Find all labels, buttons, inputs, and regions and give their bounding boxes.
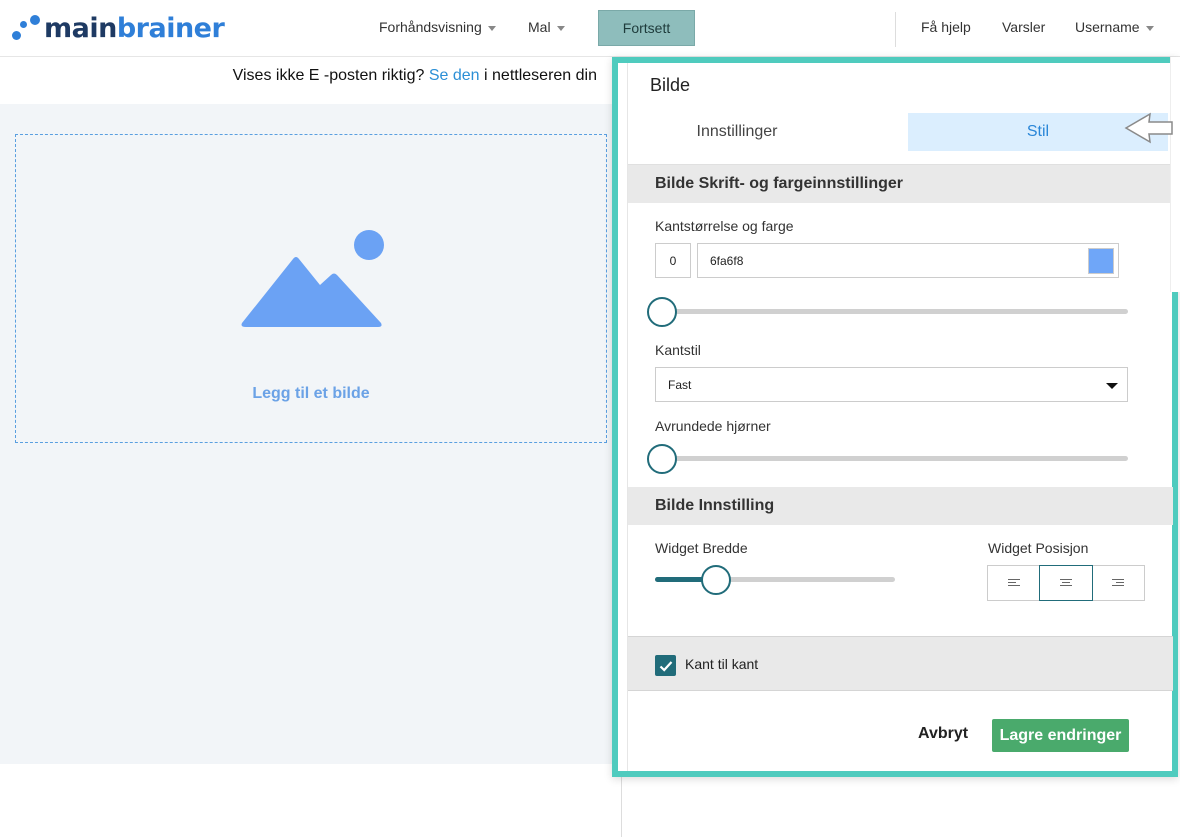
pointer-arrow-icon (1124, 112, 1173, 144)
border-style-label: Kantstil (655, 342, 701, 358)
panel-content: Bilde Innstillinger Stil Bilde Skrift- o… (627, 63, 1173, 771)
panel-title: Bilde (650, 75, 691, 95)
rounded-corners-slider-thumb[interactable] (647, 444, 677, 474)
edge-to-edge-label: Kant til kant (685, 656, 759, 672)
help-link[interactable]: Få hjelp (921, 19, 971, 35)
border-style-value: Fast (668, 377, 692, 392)
browser-view-notice: Vises ikke E -posten riktig? Se den i ne… (0, 67, 597, 85)
edge-to-edge-row: Kant til kant (628, 636, 1173, 691)
widget-position-group (987, 565, 1145, 601)
notice-text: Vises ikke E -posten riktig? (232, 67, 425, 84)
widget-width-label: Widget Bredde (655, 540, 748, 556)
align-right-icon (1112, 579, 1125, 586)
widget-width-slider-thumb[interactable] (701, 565, 731, 595)
scrollbar[interactable] (1170, 57, 1180, 292)
align-left-icon (1007, 579, 1020, 586)
caret-down-icon (1106, 383, 1118, 389)
align-right-button[interactable] (1091, 565, 1145, 601)
mainbrainer-logo[interactable]: mainbrainer (10, 13, 225, 45)
add-image-label[interactable]: Legg til et bilde (16, 385, 606, 403)
tab-settings[interactable]: Innstillinger (650, 113, 824, 151)
border-size-slider-track[interactable] (655, 309, 1128, 314)
save-changes-button[interactable]: Lagre endringer (992, 719, 1129, 752)
preview-menu-label: Forhåndsvisning (379, 19, 482, 35)
image-placeholder-icon (241, 230, 384, 327)
widget-position-label: Widget Posisjon (988, 540, 1089, 556)
template-menu-label: Mal (528, 19, 551, 35)
image-settings-panel: Bilde Innstillinger Stil Bilde Skrift- o… (612, 57, 1178, 777)
continue-button[interactable]: Fortsett (598, 10, 695, 46)
preview-menu[interactable]: Forhåndsvisning (379, 19, 496, 35)
top-bar: mainbrainer Forhåndsvisning Mal Fortsett… (0, 0, 1180, 57)
border-size-slider-thumb[interactable] (647, 297, 677, 327)
color-swatch[interactable] (1088, 248, 1114, 274)
align-center-button[interactable] (1039, 565, 1093, 601)
align-left-button[interactable] (987, 565, 1041, 601)
logo-text: mainbrainer (44, 13, 225, 44)
border-style-select[interactable]: Fast (655, 367, 1128, 402)
view-in-browser-link[interactable]: Se den (429, 67, 480, 84)
chevron-down-icon (487, 25, 496, 31)
cancel-button[interactable]: Avbryt (918, 725, 968, 743)
notice-text-end: i nettleseren din (484, 67, 597, 84)
logo-dots-icon (10, 13, 44, 45)
template-menu[interactable]: Mal (528, 19, 565, 35)
align-center-icon (1059, 579, 1072, 586)
chevron-down-icon (556, 25, 565, 31)
font-color-section-header: Bilde Skrift- og fargeinnstillinger (628, 165, 1173, 203)
image-drop-zone[interactable]: Legg til et bilde (15, 134, 607, 443)
rounded-corners-slider-track[interactable] (655, 456, 1128, 461)
edge-to-edge-checkbox[interactable] (655, 655, 676, 676)
border-size-color-label: Kantstørrelse og farge (655, 218, 794, 234)
username-label: Username (1075, 19, 1140, 35)
image-setting-section-header: Bilde Innstilling (628, 487, 1173, 525)
rounded-corners-label: Avrundede hjørner (655, 418, 771, 434)
border-color-value: 6fa6f8 (710, 253, 744, 268)
border-color-input[interactable]: 6fa6f8 (697, 243, 1119, 278)
border-size-input[interactable]: 0 (655, 243, 691, 278)
user-menu[interactable]: Username (1075, 19, 1154, 35)
header-divider (895, 12, 896, 47)
alerts-link[interactable]: Varsler (1002, 19, 1045, 35)
checkmark-icon (659, 660, 672, 672)
chevron-down-icon (1145, 25, 1154, 31)
